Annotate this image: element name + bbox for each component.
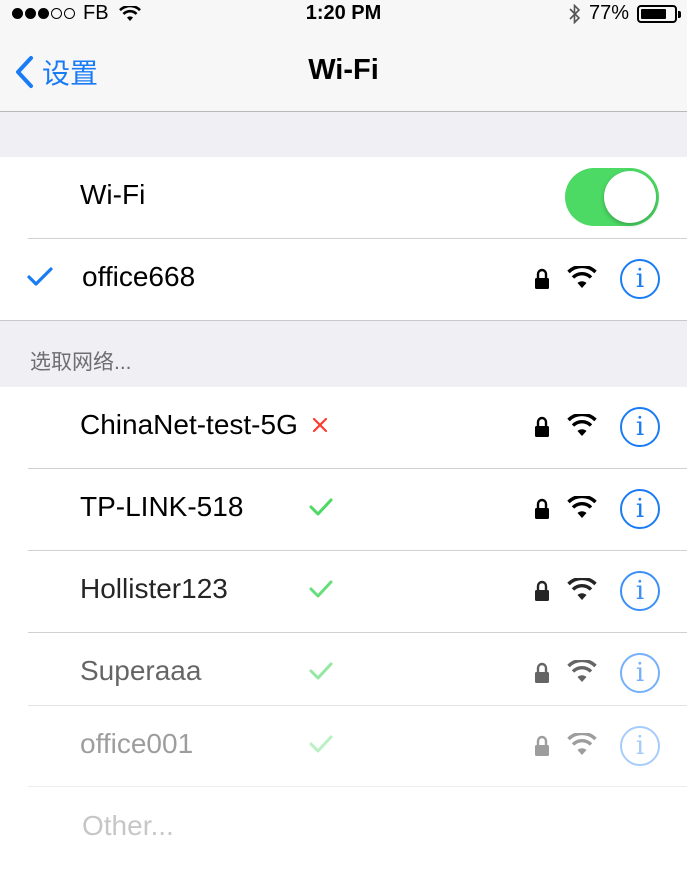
wifi-signal-icon <box>567 733 597 755</box>
bluetooth-icon <box>569 3 581 24</box>
network-row[interactable]: Superaaa i <box>0 633 687 714</box>
wifi-toggle-label: Wi-Fi <box>80 179 146 210</box>
connected-check-icon <box>27 267 53 286</box>
lock-icon <box>535 580 549 601</box>
status-right: 77% <box>569 2 681 25</box>
network-row[interactable]: office001 i <box>0 706 687 787</box>
network-row[interactable]: TP-LINK-518 i <box>0 469 687 550</box>
status-bar: FB 1:20 PM 77% <box>0 0 687 28</box>
lock-icon <box>535 268 549 289</box>
success-check-icon <box>309 662 333 680</box>
info-icon[interactable]: i <box>620 489 660 529</box>
network-name: Superaaa <box>80 655 202 686</box>
page-title: Wi-Fi <box>308 54 379 86</box>
wifi-toggle-row: Wi-Fi <box>0 157 687 238</box>
wifi-signal-icon <box>567 496 597 518</box>
info-icon[interactable]: i <box>620 571 660 611</box>
lock-icon <box>535 498 549 519</box>
info-icon[interactable]: i <box>620 259 660 299</box>
network-name: office001 <box>80 728 194 759</box>
section-header: 选取网络... <box>30 351 132 374</box>
wifi-signal-icon <box>567 266 597 288</box>
battery-percent: 77% <box>588 2 629 24</box>
info-icon[interactable]: i <box>620 407 660 447</box>
other-network-label: Other... <box>82 810 174 841</box>
battery-icon <box>637 4 681 23</box>
network-name: Hollister123 <box>80 573 228 604</box>
battery-fill <box>641 8 666 19</box>
failure-x-icon <box>312 417 328 433</box>
navigation-bar: 设置 Wi-Fi <box>0 28 687 112</box>
connected-network-name: office668 <box>82 261 196 292</box>
row-divider <box>28 786 687 787</box>
info-icon[interactable]: i <box>620 653 660 693</box>
wifi-signal-icon <box>567 660 597 682</box>
other-network-row[interactable]: Other... <box>0 788 687 869</box>
success-check-icon <box>309 498 333 516</box>
connected-network-row[interactable]: office668 i <box>0 239 687 320</box>
network-name: ChinaNet-test-5G <box>80 409 298 440</box>
network-row[interactable]: Hollister123 i <box>0 551 687 632</box>
network-name: TP-LINK-518 <box>80 491 244 522</box>
lock-icon <box>535 416 549 437</box>
wifi-signal-icon <box>567 414 597 436</box>
success-check-icon <box>309 735 333 753</box>
success-check-icon <box>309 580 333 598</box>
lock-icon <box>535 735 549 756</box>
info-icon[interactable]: i <box>620 726 660 766</box>
network-row[interactable]: ChinaNet-test-5G i <box>0 387 687 468</box>
section-spacer <box>0 112 687 158</box>
wifi-signal-icon <box>567 578 597 600</box>
wifi-toggle-switch[interactable] <box>565 168 659 226</box>
lock-icon <box>535 662 549 683</box>
